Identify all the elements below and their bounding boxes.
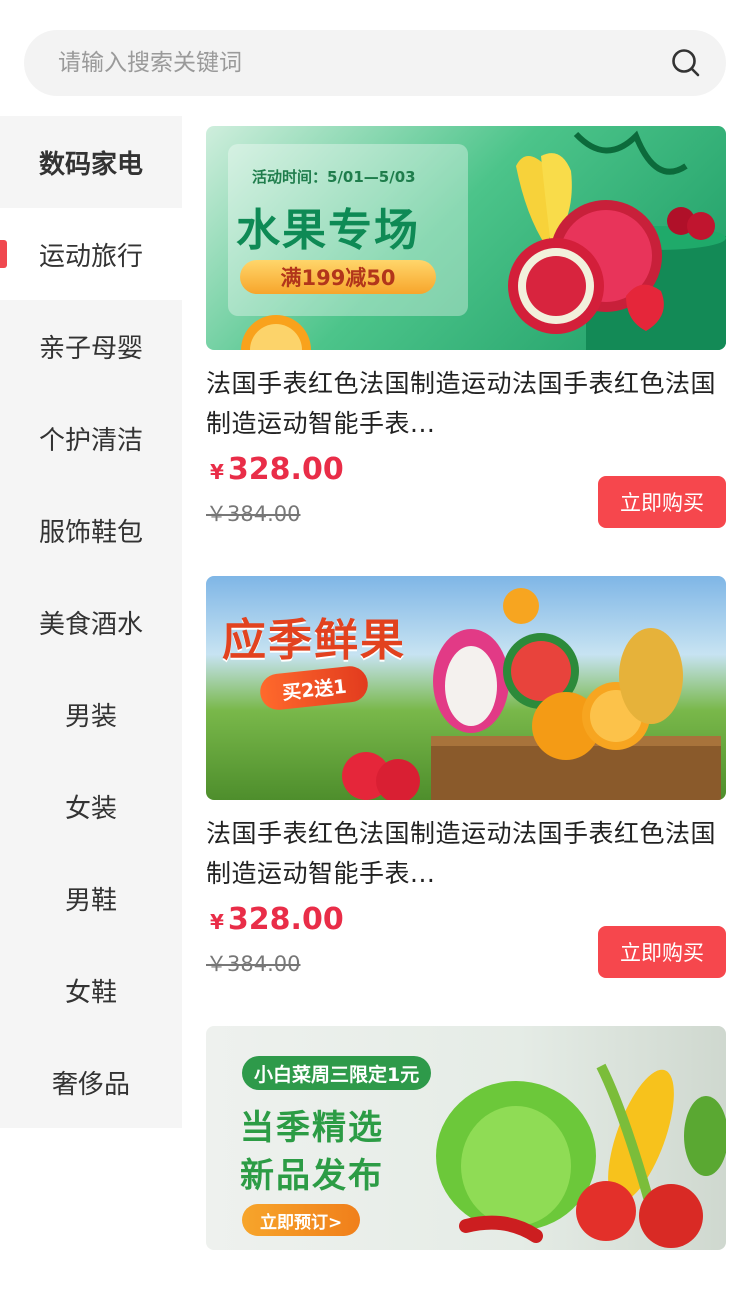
- banner-subheadline: 新品发布: [240, 1156, 384, 1196]
- vegetable-illustration-icon: [436, 1063, 726, 1248]
- sidebar-item-apparel-bags[interactable]: 服饰鞋包: [0, 484, 182, 576]
- banner-headline: 当季精选: [240, 1108, 384, 1148]
- sidebar-item-food-drinks[interactable]: 美食酒水: [0, 576, 182, 668]
- price-value: 328.00: [227, 902, 344, 937]
- sidebar-item-personal-care[interactable]: 个护清洁: [0, 392, 182, 484]
- currency-symbol: ¥: [210, 460, 224, 484]
- price-row: ¥328.00 ￥384.00 立即购买: [206, 450, 726, 546]
- sidebar-item-digital-appliances[interactable]: 数码家电: [0, 116, 182, 208]
- search-icon[interactable]: [670, 47, 702, 79]
- buy-now-button[interactable]: 立即购买: [598, 926, 726, 978]
- currency-symbol: ¥: [210, 910, 224, 934]
- vegetable-banner[interactable]: 小白菜周三限定1元 当季精选 新品发布 立即预订>: [206, 1026, 726, 1250]
- seasonal-fruit-banner[interactable]: 应季鲜果 买2送1: [206, 576, 726, 800]
- price-value: 328.00: [227, 452, 344, 487]
- product-card[interactable]: 小白菜周三限定1元 当季精选 新品发布 立即预订>: [206, 1026, 726, 1250]
- product-title[interactable]: 法国手表红色法国制造运动法国手表红色法国制造运动智能手表...: [206, 364, 726, 444]
- sidebar-item-sports-travel[interactable]: 运动旅行: [0, 208, 182, 300]
- sidebar-item-luxury[interactable]: 奢侈品: [0, 1036, 182, 1128]
- product-card[interactable]: 活动时间：5/01—5/03 水果专场 满199减50 法国手表红色法国制造运动…: [206, 126, 726, 546]
- sidebar-item-womens-shoes[interactable]: 女鞋: [0, 944, 182, 1036]
- original-price: ￥384.00: [206, 952, 301, 976]
- price-row: ¥328.00 ￥384.00 立即购买: [206, 900, 726, 996]
- preorder-button[interactable]: 立即预订>: [242, 1204, 361, 1236]
- sidebar-item-mens-shoes[interactable]: 男鞋: [0, 852, 182, 944]
- banner-headline: 水果专场: [236, 205, 420, 256]
- product-title[interactable]: 法国手表红色法国制造运动法国手表红色法国制造运动智能手表...: [206, 814, 726, 894]
- orange-slice-icon: [241, 315, 311, 350]
- banner-period: 活动时间：5/01—5/03: [252, 168, 416, 186]
- banner-promo: 满199减50: [240, 260, 436, 294]
- fruit-crate-illustration-icon: [342, 588, 721, 800]
- search-bar[interactable]: [24, 30, 726, 96]
- banner-tag: 小白菜周三限定1元: [242, 1056, 432, 1090]
- current-price: ¥328.00: [210, 902, 344, 937]
- product-card[interactable]: 应季鲜果 买2送1 法国手表红色法国制造运动法国手表红色法国制造运动智能手表..…: [206, 576, 726, 996]
- current-price: ¥328.00: [210, 452, 344, 487]
- fruit-illustration-icon: [508, 130, 726, 350]
- sidebar-item-womenswear[interactable]: 女装: [0, 760, 182, 852]
- buy-now-button[interactable]: 立即购买: [598, 476, 726, 528]
- search-input[interactable]: [58, 50, 670, 76]
- product-list: 活动时间：5/01—5/03 水果专场 满199减50 法国手表红色法国制造运动…: [206, 126, 726, 1280]
- original-price: ￥384.00: [206, 502, 301, 526]
- sidebar-item-parent-baby[interactable]: 亲子母婴: [0, 300, 182, 392]
- category-sidebar: 数码家电 运动旅行 亲子母婴 个护清洁 服饰鞋包 美食酒水 男装 女装 男鞋 女…: [0, 116, 182, 1128]
- fruit-sale-banner[interactable]: 活动时间：5/01—5/03 水果专场 满199减50: [206, 126, 726, 350]
- sidebar-item-menswear[interactable]: 男装: [0, 668, 182, 760]
